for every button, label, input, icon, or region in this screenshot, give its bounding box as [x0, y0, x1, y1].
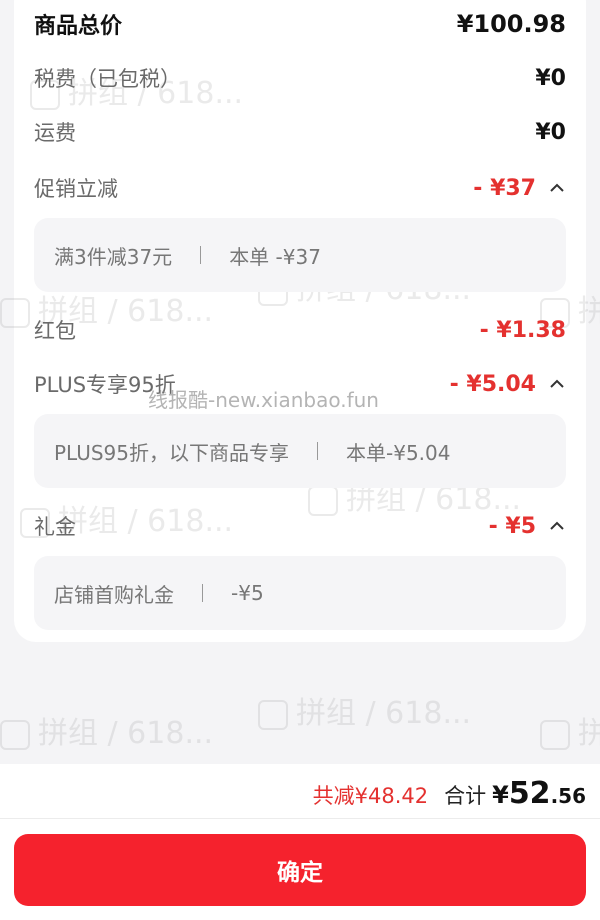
- promo-value: - ¥37: [473, 175, 536, 201]
- watermark-url: 线报酷-new.xianbao.fun: [148, 388, 379, 412]
- separator: [317, 442, 318, 460]
- goods-total-label: 商品总价: [34, 14, 123, 39]
- separator: [200, 246, 202, 264]
- total-decimal: .56: [550, 784, 586, 808]
- plus-detail-amount: 本单-¥5.04: [346, 440, 451, 465]
- confirm-button[interactable]: 确定: [14, 834, 586, 906]
- gift-detail: 店铺首购礼金 -¥5: [34, 556, 566, 630]
- separator: [202, 584, 203, 602]
- chevron-up-icon[interactable]: [548, 181, 566, 195]
- goods-total-row: 商品总价 ¥100.98: [34, 4, 566, 44]
- watermark-logo-icon: [0, 719, 30, 750]
- promo-detail-text: 满3件减37元: [54, 244, 173, 269]
- gift-detail-amount: -¥5: [231, 581, 264, 605]
- saved-amount: 共减¥48.42: [312, 784, 429, 808]
- shipping-row: 运费 ¥0: [34, 112, 566, 152]
- watermark: 拼组 / 618...: [540, 708, 600, 752]
- red-packet-value: - ¥1.38: [479, 317, 566, 343]
- total-integer: 52: [508, 776, 551, 811]
- total-label: 合计: [444, 784, 487, 808]
- promo-detail: 满3件减37元 本单 -¥37: [34, 218, 566, 292]
- gift-row[interactable]: 礼金 - ¥5: [34, 506, 566, 546]
- red-packet-row: 红包 - ¥1.38: [34, 310, 566, 350]
- watermark: 拼组 / 618...: [258, 688, 471, 732]
- watermark-logo-icon: [258, 699, 288, 730]
- tax-row: 税费（已包税） ¥0: [34, 58, 566, 98]
- watermark: 拼组 / 618...: [0, 708, 213, 752]
- chevron-up-icon[interactable]: [548, 519, 566, 533]
- plus-detail-text: PLUS95折，以下商品专享: [54, 440, 289, 465]
- watermark-logo-icon: [540, 719, 570, 750]
- gift-detail-text: 店铺首购礼金: [54, 582, 174, 607]
- divider: [0, 818, 600, 819]
- chevron-up-icon[interactable]: [548, 377, 566, 391]
- goods-total-value: ¥100.98: [456, 10, 566, 38]
- promo-detail-amount: 本单 -¥37: [229, 244, 321, 269]
- red-packet-label: 红包: [34, 319, 76, 343]
- promo-row[interactable]: 促销立减 - ¥37: [34, 168, 566, 208]
- plus-detail: PLUS95折，以下商品专享 本单-¥5.04: [34, 414, 566, 488]
- plus-value: - ¥5.04: [449, 371, 536, 397]
- tax-label: 税费（已包税）: [34, 67, 181, 91]
- promo-label: 促销立减: [34, 177, 118, 201]
- total-currency: ¥: [492, 781, 509, 809]
- gift-label: 礼金: [34, 515, 76, 539]
- gift-value: - ¥5: [488, 513, 536, 539]
- shipping-label: 运费: [34, 121, 76, 145]
- order-total: 共减¥48.42 合计 ¥ 52 .56: [313, 776, 586, 811]
- tax-value: ¥0: [535, 65, 566, 91]
- shipping-value: ¥0: [535, 119, 566, 145]
